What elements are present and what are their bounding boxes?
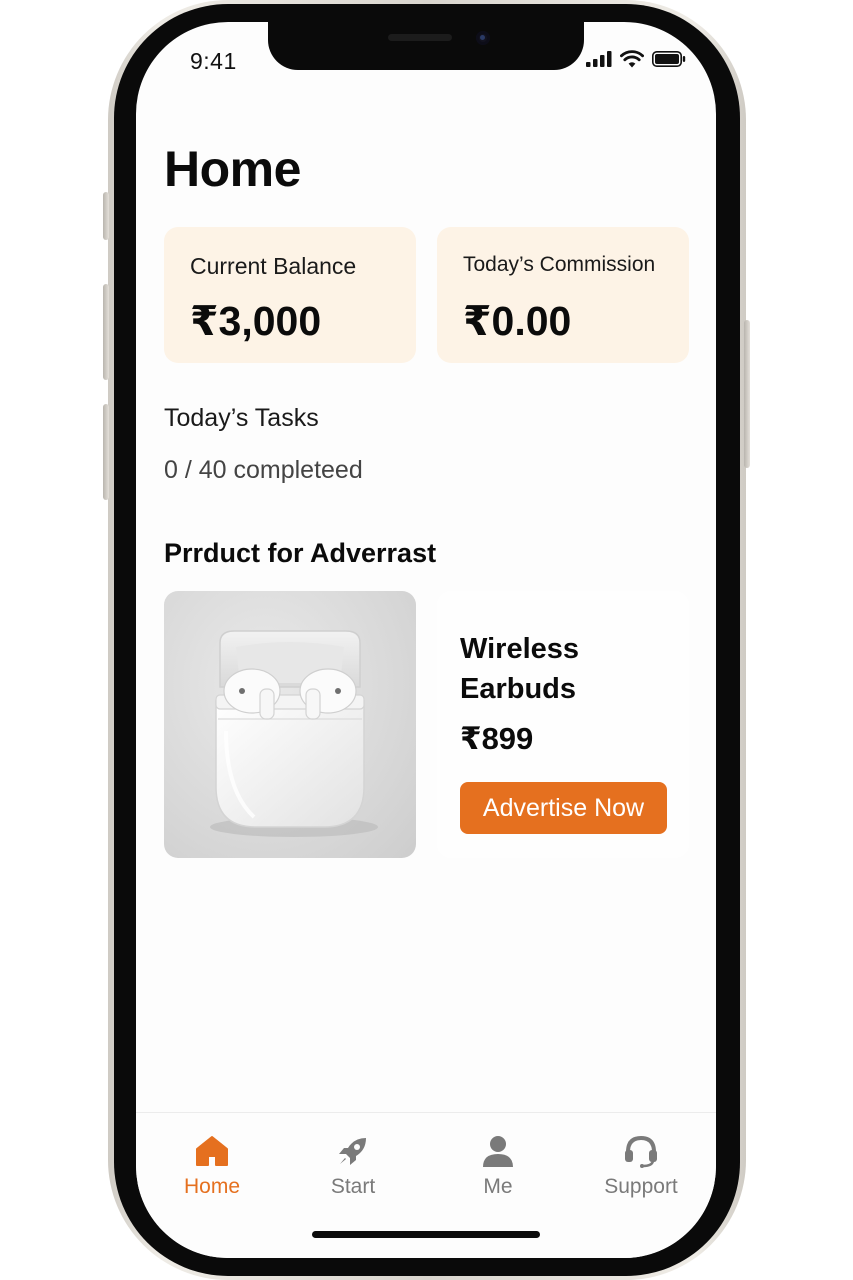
product-name: Wireless Earbuds: [460, 633, 580, 705]
tasks-progress: 0 / 40 completeed: [164, 456, 363, 484]
current-balance-value: ₹3,000: [190, 298, 322, 344]
person-icon: [481, 1133, 515, 1169]
status-icons: [586, 50, 686, 68]
mute-switch: [103, 192, 109, 240]
tasks-title: Today’s Tasks: [164, 404, 319, 432]
nav-item-support[interactable]: Support: [581, 1133, 701, 1199]
product-section-title: Prrduct for Adverrast: [164, 538, 437, 568]
screen: 9:41 Home Current Balance ₹3,000 Today’s…: [136, 22, 716, 1258]
product-info-card: Wireless Earbuds ₹899 Advertise Now: [437, 591, 689, 858]
nav-item-start[interactable]: Start: [293, 1133, 413, 1199]
rocket-icon: [336, 1133, 370, 1169]
todays-commission-card: Today’s Commission ₹0.00: [437, 227, 689, 363]
todays-commission-label: Today’s Commission: [463, 253, 656, 276]
wifi-icon: [620, 50, 644, 68]
headset-icon: [623, 1133, 659, 1169]
nav-label-support: Support: [604, 1175, 678, 1198]
volume-down-button: [103, 404, 109, 500]
volume-up-button: [103, 284, 109, 380]
page-title: Home: [164, 141, 301, 197]
home-icon: [195, 1133, 229, 1169]
current-balance-card: Current Balance ₹3,000: [164, 227, 416, 363]
notch: [268, 22, 584, 70]
nav-item-home[interactable]: Home: [152, 1133, 272, 1199]
nav-label-me: Me: [483, 1175, 513, 1198]
speaker-grille: [388, 34, 452, 41]
todays-commission-value: ₹0.00: [463, 298, 572, 344]
power-button: [744, 320, 750, 468]
advertise-now-button[interactable]: Advertise Now: [460, 782, 667, 834]
nav-label-home: Home: [183, 1175, 241, 1198]
current-balance-label: Current Balance: [190, 253, 357, 279]
cellular-signal-icon: [586, 51, 612, 67]
front-camera: [476, 31, 490, 45]
home-indicator[interactable]: [312, 1231, 540, 1238]
product-price: ₹899: [460, 721, 534, 756]
nav-label-start: Start: [330, 1175, 376, 1198]
earbuds-image[interactable]: [164, 591, 416, 858]
nav-item-me[interactable]: Me: [438, 1133, 558, 1199]
status-time: 9:41: [190, 48, 237, 74]
earbuds-case-illustration: [210, 630, 378, 837]
battery-icon: [652, 51, 686, 67]
